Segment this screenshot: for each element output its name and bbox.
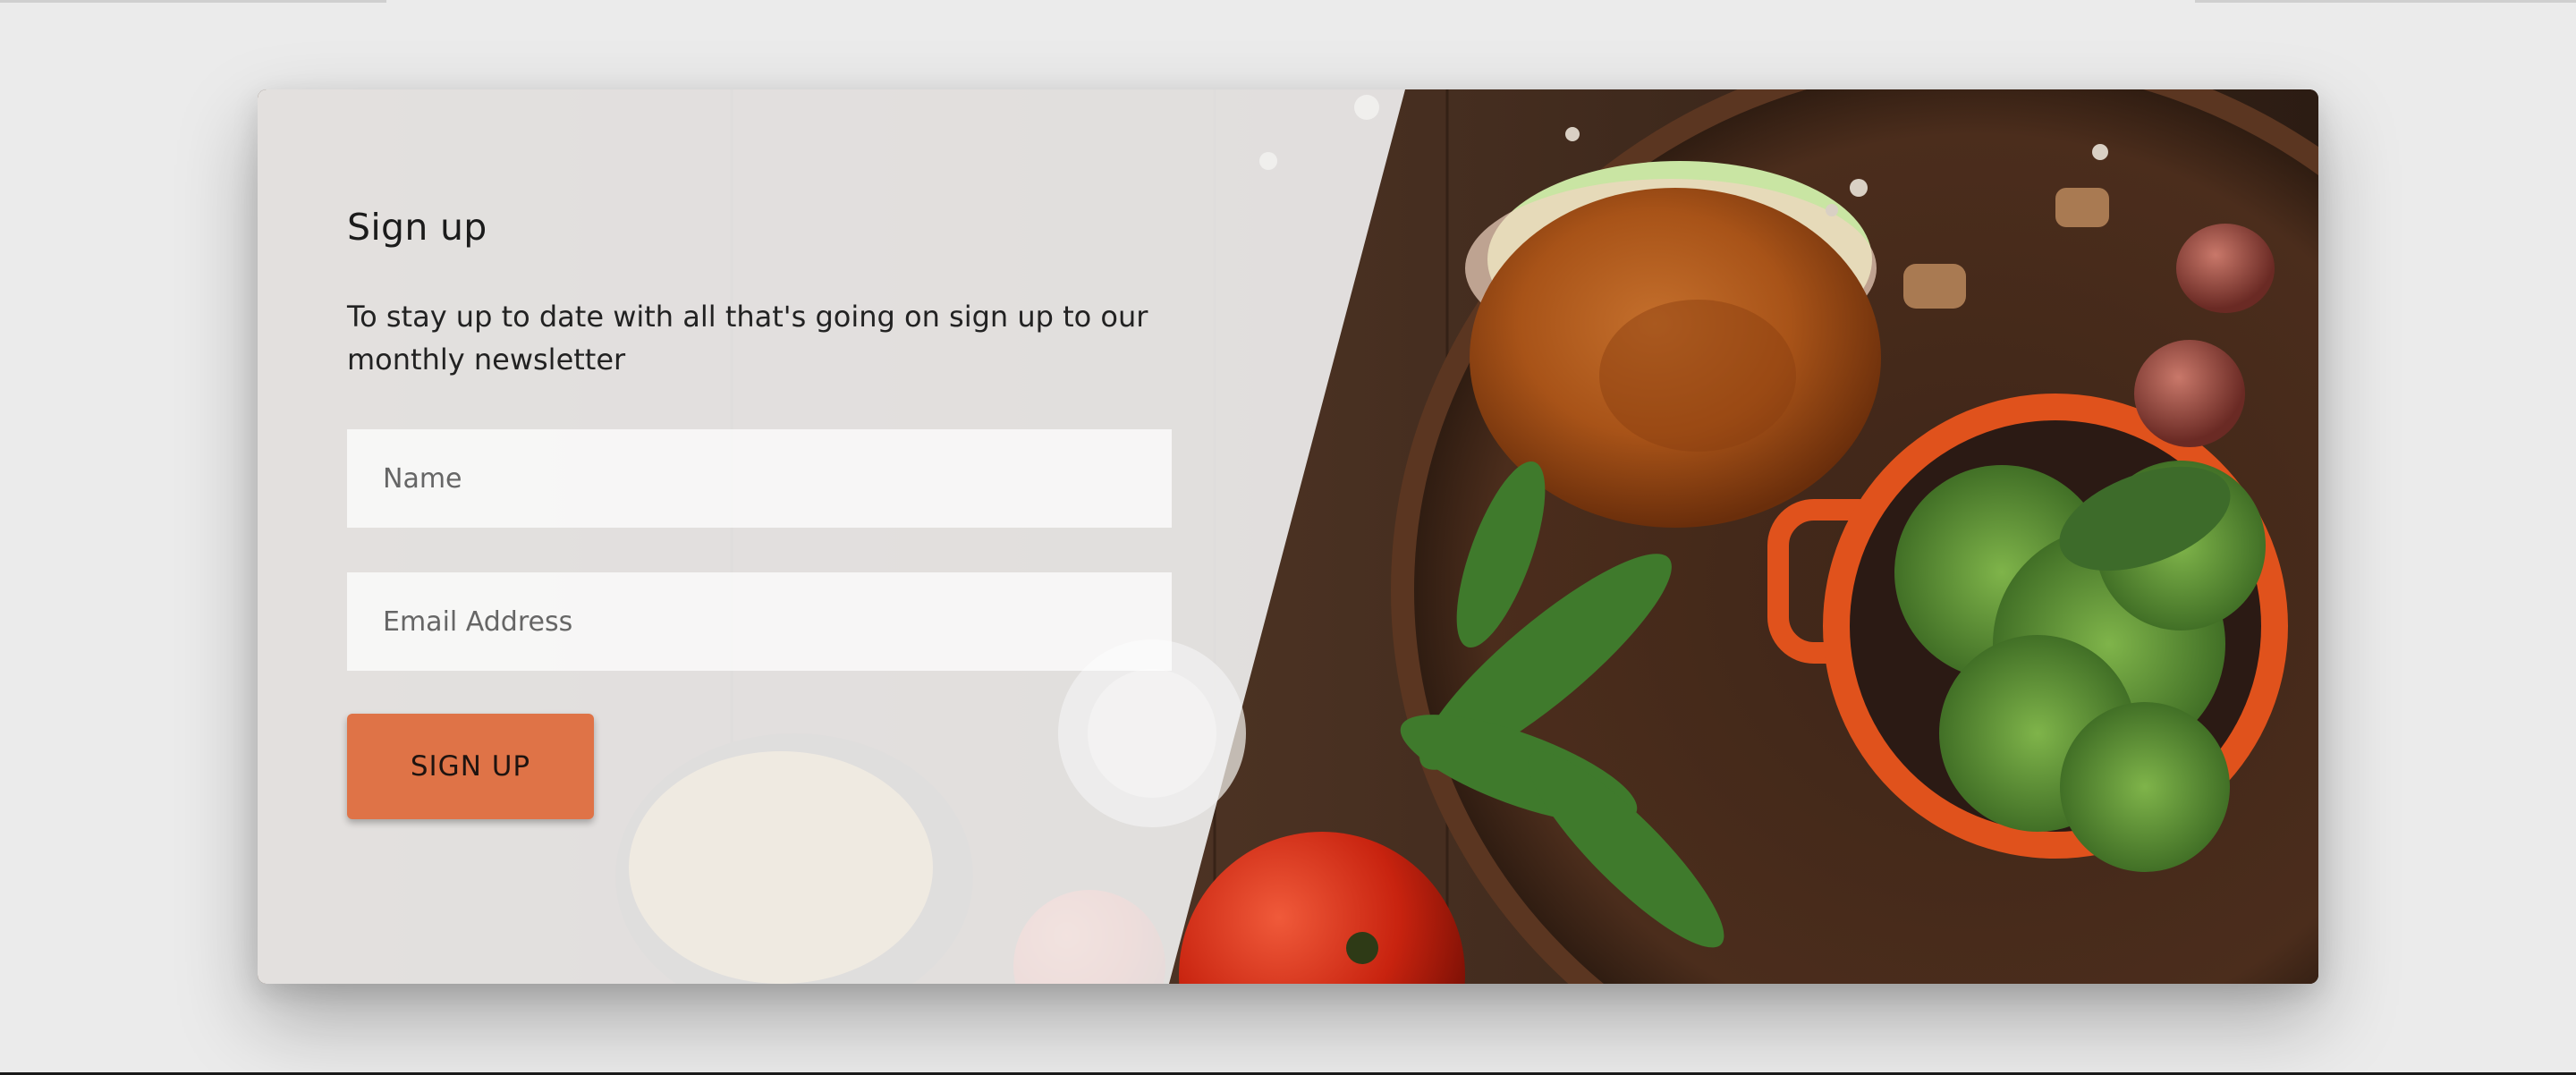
email-input[interactable]	[347, 572, 1172, 671]
page: Sign up To stay up to date with all that…	[0, 0, 2576, 1075]
top-divider-right	[2195, 0, 2576, 3]
sign-up-button[interactable]: SIGN UP	[347, 714, 594, 819]
top-divider-left	[0, 0, 386, 3]
signup-description: To stay up to date with all that's going…	[347, 300, 1148, 377]
signup-title: Sign up	[347, 206, 487, 249]
name-input[interactable]	[347, 429, 1172, 528]
newsletter-card: Sign up To stay up to date with all that…	[258, 89, 2318, 984]
signup-form: Sign up To stay up to date with all that…	[347, 206, 1174, 819]
